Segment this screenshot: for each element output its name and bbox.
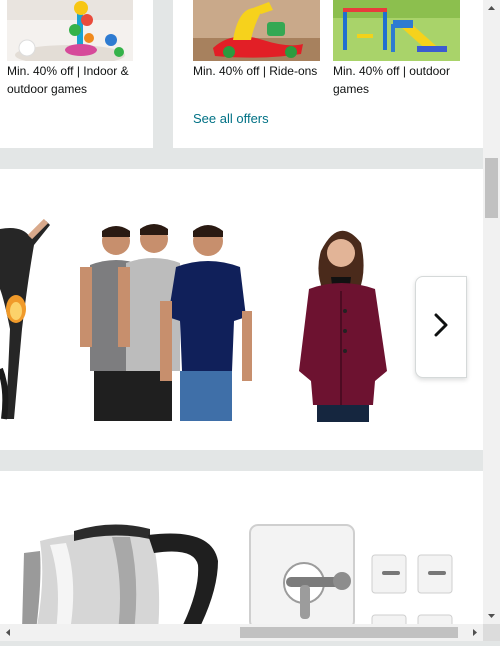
product-row-card [0,471,483,624]
scroll-left-arrow-icon[interactable] [0,624,17,641]
wall-hooks-image[interactable] [246,521,460,624]
vertical-scroll-thumb[interactable] [485,158,498,218]
carousel-next-button[interactable] [415,276,467,378]
carousel-item-tights[interactable] [0,219,50,424]
scroll-right-arrow-icon[interactable] [466,624,483,641]
offer-caption-indoor-outdoor-games[interactable]: Min. 40% off | Indoor & outdoor games [7,62,142,98]
offer-card-group: Min. 40% off | Ride-ons Min. 40% off | o… [173,0,483,148]
horizontal-scroll-thumb[interactable] [240,627,458,638]
offer-caption-ride-ons[interactable]: Min. 40% off | Ride-ons [193,62,323,80]
chevron-right-icon [433,313,449,342]
scroll-up-arrow-icon[interactable] [483,0,500,17]
see-all-offers-link[interactable]: See all offers [193,111,269,126]
offer-card-indoor-outdoor-games[interactable]: Min. 40% off | Indoor & outdoor games [0,0,153,148]
scroll-down-arrow-icon[interactable] [483,607,500,624]
vertical-scrollbar[interactable] [483,0,500,624]
indoor-games-image[interactable] [7,0,133,61]
electric-kettle-image[interactable] [22,521,222,624]
scrollbar-corner [483,624,500,641]
outdoor-games-image[interactable] [333,0,460,61]
page-viewport: Min. 40% off | Indoor & outdoor games Mi… [0,0,483,624]
carousel-item-men-tshirts[interactable] [76,221,258,422]
horizontal-scrollbar[interactable] [0,624,483,641]
ride-ons-image[interactable] [193,0,320,61]
offer-caption-outdoor-games[interactable]: Min. 40% off | outdoor games [333,62,463,98]
product-carousel [0,169,483,450]
carousel-item-women-cardigan[interactable] [287,221,400,422]
